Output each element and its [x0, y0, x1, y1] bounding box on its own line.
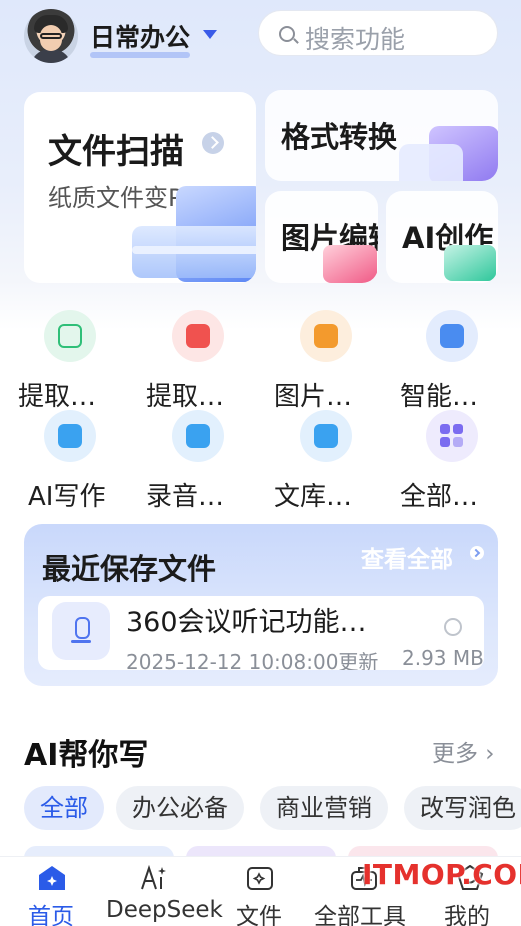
- tab-home[interactable]: 首页: [0, 857, 104, 926]
- chevron-right-icon[interactable]: [470, 546, 484, 560]
- image-edit-card[interactable]: 图片编辑: [265, 191, 378, 283]
- mic-icon: [172, 410, 224, 462]
- recent-file-item[interactable]: 360会议听记功能… 2025-12-12 10:08:00更新 2.93 MB: [38, 596, 484, 670]
- category-chips: 全部 办公必备 商业营销 改写润色: [24, 786, 521, 830]
- more-link-label: 更多: [432, 741, 478, 767]
- tab-label: 全部工具: [314, 904, 406, 926]
- grid-icon: [426, 410, 478, 462]
- watermark-text: ITMOP.COM: [362, 858, 521, 891]
- convert-card-title: 格式转换: [281, 120, 398, 154]
- image-edit-icon: [323, 245, 377, 283]
- tool-label: 文库…: [274, 482, 353, 512]
- chip-rewrite[interactable]: 改写润色: [404, 786, 521, 830]
- header: 日常办公 搜索功能: [0, 0, 521, 72]
- ai-write-icon: [44, 410, 96, 462]
- ai-image-icon: [426, 310, 478, 362]
- tab-label: 首页: [28, 904, 74, 926]
- convert-card[interactable]: 格式转换: [265, 90, 498, 181]
- tab-deepseek[interactable]: DeepSeek: [104, 857, 223, 926]
- scan-card-title: 文件扫描: [48, 132, 184, 172]
- library-icon: [300, 410, 352, 462]
- file-size: 2.93 MB: [402, 646, 484, 670]
- tool-label: AI写作: [28, 482, 106, 512]
- chip-office[interactable]: 办公必备: [116, 786, 244, 830]
- tab-label: 文件: [236, 904, 282, 926]
- recent-files-card: 最近保存文件 查看全部 360会议听记功能… 2025-12-12 10:08:…: [24, 524, 498, 686]
- recent-files-title: 最近保存文件: [42, 552, 217, 586]
- tab-label: 我的: [444, 904, 490, 926]
- text-extract-icon: [44, 310, 96, 362]
- file-name: 360会议听记功能…: [126, 607, 367, 638]
- tool-label: 提取…: [18, 382, 97, 412]
- caret-down-icon[interactable]: [203, 30, 217, 39]
- workspace-name[interactable]: 日常办公: [90, 18, 191, 58]
- search-input[interactable]: 搜索功能: [258, 10, 498, 56]
- search-icon: [279, 26, 295, 42]
- audio-file-icon: [52, 602, 110, 660]
- more-link[interactable]: 更多 ›: [432, 734, 495, 768]
- file-select-radio[interactable]: [444, 618, 462, 636]
- scan-card[interactable]: 文件扫描 纸质文件变PDF: [24, 92, 256, 283]
- home-icon: [39, 866, 65, 890]
- tool-label: 全部…: [400, 482, 479, 512]
- chip-marketing[interactable]: 商业营销: [260, 786, 388, 830]
- file-updated-time: 2025-12-12 10:08:00更新: [126, 650, 379, 670]
- search-placeholder: 搜索功能: [305, 25, 406, 54]
- tool-label: 录音…: [146, 482, 225, 512]
- chevron-right-icon: [202, 132, 224, 154]
- tab-label: DeepSeek: [106, 897, 223, 923]
- ai-write-section-title: AI帮你写: [24, 738, 149, 773]
- image-pdf-icon: [300, 310, 352, 362]
- chip-all[interactable]: 全部: [24, 786, 104, 830]
- ai-create-card[interactable]: AI创作: [386, 191, 498, 283]
- tab-files[interactable]: 文件: [208, 857, 312, 926]
- ai-sparkle-icon: [141, 865, 166, 890]
- convert-icon: [399, 126, 498, 181]
- scan-document-icon: [132, 186, 256, 283]
- tool-label: 智能…: [400, 382, 479, 412]
- ai-create-icon: [444, 245, 496, 281]
- tool-label: 图片…: [274, 382, 353, 412]
- tool-label: 提取…: [146, 382, 225, 412]
- avatar[interactable]: [24, 9, 78, 63]
- table-extract-icon: [172, 310, 224, 362]
- folder-icon: [247, 867, 273, 890]
- view-all-link[interactable]: 查看全部: [361, 540, 453, 574]
